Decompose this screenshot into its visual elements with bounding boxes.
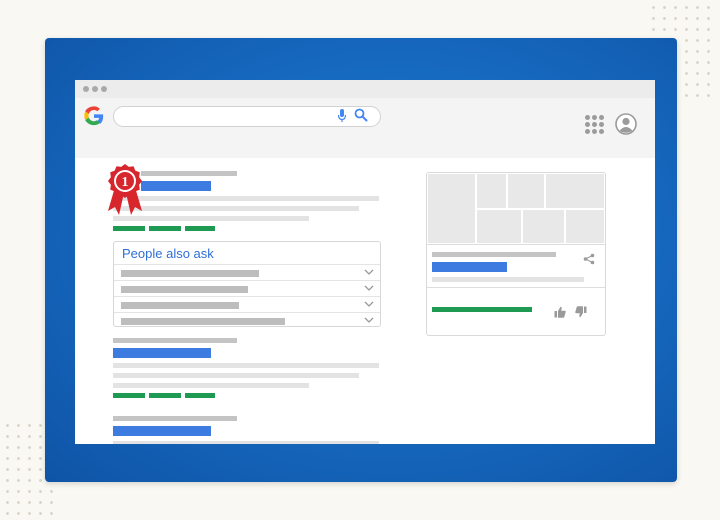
panel-subtitle bbox=[432, 252, 556, 257]
apps-dot bbox=[599, 122, 604, 127]
paa-question-row[interactable] bbox=[114, 312, 380, 329]
paa-question-text bbox=[121, 270, 259, 277]
apps-dot bbox=[592, 115, 597, 120]
share-icon[interactable] bbox=[583, 253, 595, 265]
account-circle-icon[interactable] bbox=[615, 113, 637, 135]
apps-dot bbox=[592, 122, 597, 127]
result-2-snippet-line bbox=[113, 383, 309, 388]
apps-dot bbox=[585, 115, 590, 120]
browser-window: 1 People also ask bbox=[75, 80, 655, 444]
panel-description bbox=[432, 277, 584, 282]
chevron-down-icon[interactable] bbox=[364, 316, 374, 324]
window-dot-3[interactable] bbox=[101, 86, 107, 92]
apps-dot bbox=[585, 129, 590, 134]
panel-image-thumb[interactable] bbox=[477, 174, 506, 208]
knowledge-panel bbox=[426, 172, 606, 336]
rank-ribbon-icon: 1 bbox=[108, 164, 142, 215]
result-2-title-link[interactable] bbox=[113, 348, 211, 358]
thumbs-up-icon[interactable] bbox=[554, 306, 566, 318]
paa-question-text bbox=[121, 302, 239, 309]
result-2-sitelink[interactable] bbox=[185, 393, 215, 398]
google-logo-icon[interactable] bbox=[83, 105, 105, 127]
chevron-down-icon[interactable] bbox=[364, 284, 374, 292]
paa-question-row[interactable] bbox=[114, 264, 380, 281]
browser-title-bar bbox=[75, 80, 655, 98]
panel-divider bbox=[427, 244, 605, 245]
paa-question-row[interactable] bbox=[114, 296, 380, 313]
result-2-sitelink[interactable] bbox=[113, 393, 145, 398]
apps-dot bbox=[585, 122, 590, 127]
panel-image-main[interactable] bbox=[428, 174, 475, 243]
blue-frame: 1 People also ask bbox=[45, 38, 677, 482]
result-1-sitelink[interactable] bbox=[185, 226, 215, 231]
result-2-sitelink[interactable] bbox=[149, 393, 181, 398]
microphone-icon[interactable] bbox=[337, 108, 347, 124]
people-also-ask-title: People also ask bbox=[122, 246, 214, 261]
paa-question-row[interactable] bbox=[114, 280, 380, 297]
panel-green-link[interactable] bbox=[432, 307, 532, 312]
result-1-url bbox=[141, 171, 237, 176]
apps-grid-icon[interactable] bbox=[585, 115, 604, 134]
result-1-title-link[interactable] bbox=[141, 181, 211, 191]
result-2-snippet-line bbox=[113, 363, 379, 368]
result-2-url bbox=[113, 338, 237, 343]
paa-question-text bbox=[121, 318, 285, 325]
result-3-title-link[interactable] bbox=[113, 426, 211, 436]
thumbs-down-icon[interactable] bbox=[575, 306, 587, 318]
search-magnifier-icon[interactable] bbox=[354, 108, 368, 122]
panel-image-thumb[interactable] bbox=[566, 210, 604, 243]
paa-question-text bbox=[121, 286, 248, 293]
search-header bbox=[75, 98, 655, 158]
panel-divider bbox=[427, 287, 605, 288]
apps-dot bbox=[592, 129, 597, 134]
apps-dot bbox=[599, 115, 604, 120]
window-dot-2[interactable] bbox=[92, 86, 98, 92]
apps-dot bbox=[599, 129, 604, 134]
result-1-snippet-line bbox=[113, 206, 359, 211]
result-2-snippet-line bbox=[113, 373, 359, 378]
chevron-down-icon[interactable] bbox=[364, 300, 374, 308]
result-3-url bbox=[113, 416, 237, 421]
panel-image-thumb[interactable] bbox=[508, 174, 544, 208]
people-also-ask-box: People also ask bbox=[113, 241, 381, 327]
result-3-snippet-line bbox=[113, 441, 379, 444]
rank-number: 1 bbox=[122, 175, 129, 190]
result-1-sitelink[interactable] bbox=[149, 226, 181, 231]
result-1-snippet-line bbox=[113, 196, 379, 201]
panel-title-link[interactable] bbox=[432, 262, 507, 272]
panel-image-thumb[interactable] bbox=[477, 210, 521, 243]
panel-image-thumb[interactable] bbox=[546, 174, 604, 208]
window-dot-1[interactable] bbox=[83, 86, 89, 92]
chevron-down-icon[interactable] bbox=[364, 268, 374, 276]
panel-image-thumb[interactable] bbox=[523, 210, 564, 243]
result-1-sitelink[interactable] bbox=[113, 226, 145, 231]
